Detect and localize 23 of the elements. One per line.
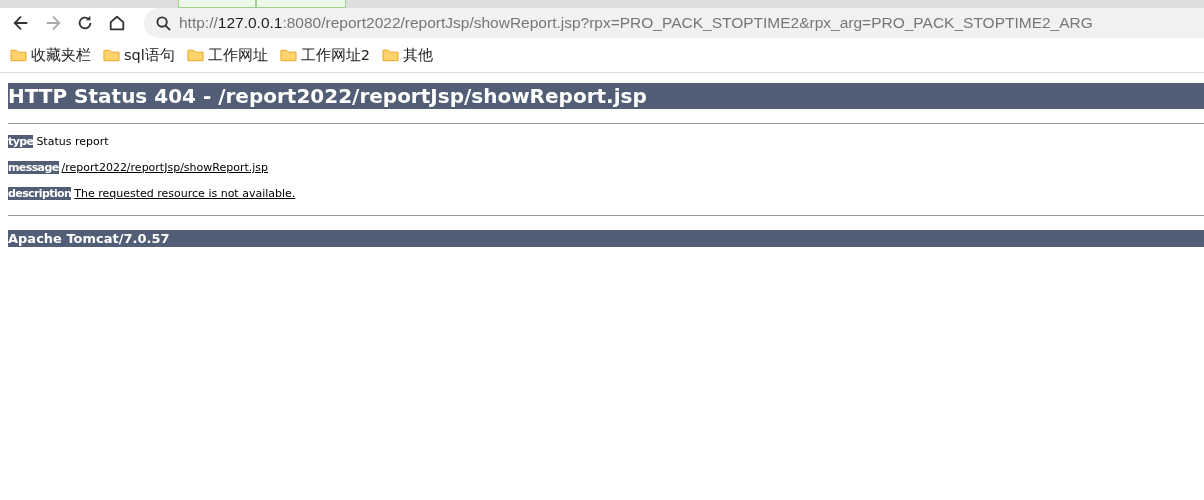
folder-icon [10,48,27,62]
address-field[interactable]: http://127.0.0.1:8080/report2022/reportJsp/showReport.jsp?rpx=PRO_PACK_STOPTIME2&rpx_arg=PRO_PACK_STOPTIME2_ARG [144,8,1204,38]
search-icon [156,15,171,31]
back-icon[interactable] [12,14,30,32]
bookmark-folder[interactable]: 工作网址2 [279,45,371,65]
folder-icon [279,48,297,62]
folder-icon [382,48,400,62]
bookmark-folder[interactable]: sql语句 [103,45,175,65]
field-label: type [8,135,34,148]
folder-icon [186,48,204,62]
field-label: message [8,161,59,174]
server-footer: Apache Tomcat/7.0.57 [8,230,1204,247]
home-icon[interactable] [108,14,126,32]
field-value: Status report [36,135,109,148]
field-value: The requested resource is not available. [74,187,296,200]
bookmark-folder[interactable]: 收藏夹栏 [10,45,91,65]
field-label: description [8,187,72,200]
reload-icon[interactable] [76,14,94,32]
bookmark-folder[interactable]: 工作网址 [186,45,268,65]
bookmark-folder[interactable]: 其他 [382,45,434,65]
field-value: /report2022/reportJsp/showReport.jsp [61,161,268,174]
error-heading: HTTP Status 404 - /report2022/reportJsp/showReport.jsp [8,83,1204,109]
folder-icon [103,48,120,62]
